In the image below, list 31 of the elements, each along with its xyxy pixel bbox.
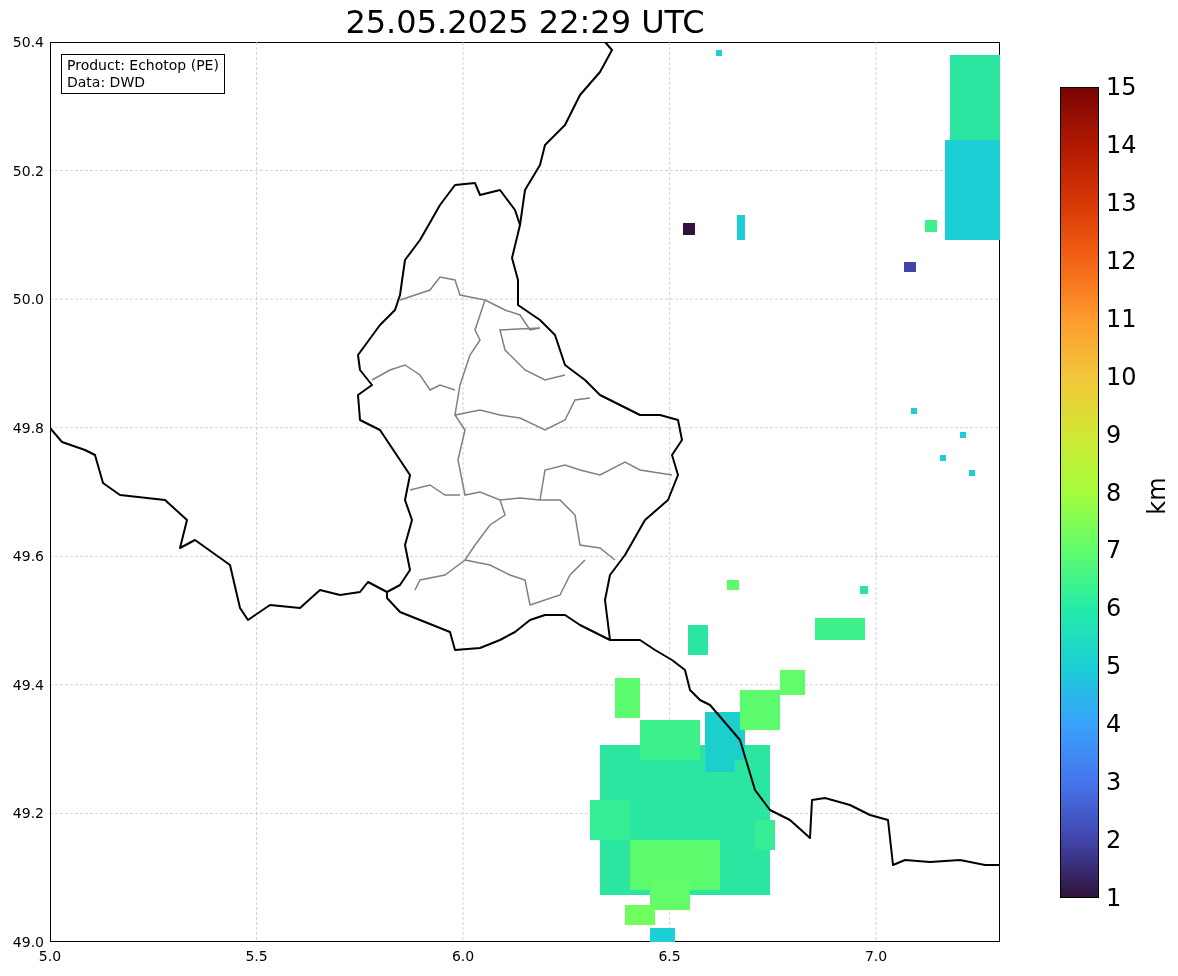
colorbar-tick-label: 1 — [1106, 884, 1122, 912]
colorbar-label: km — [1143, 477, 1171, 515]
axis-tick-label: 49.8 — [12, 419, 44, 436]
colorbar-tick-label: 2 — [1106, 826, 1122, 855]
axis-tick-label: 6.0 — [451, 948, 475, 964]
colorbar-tick-label: 11 — [1106, 304, 1137, 333]
axis-tick-label: 50.2 — [12, 162, 44, 179]
colorbar-tick-label: 5 — [1106, 652, 1122, 681]
axis-tick-label: 49.6 — [12, 548, 44, 565]
colorbar-tick-label: 4 — [1106, 710, 1122, 739]
colorbar-tick-label: 6 — [1106, 594, 1122, 623]
axis-tick-label: 7.0 — [864, 948, 888, 964]
axis-tick-label: 50.4 — [12, 34, 44, 50]
chart-title: 25.05.2025 22:29 UTC — [345, 2, 705, 42]
axis-tick-label: 5.5 — [245, 948, 268, 964]
colorbar-tick-label: 12 — [1106, 246, 1137, 275]
axis-tick-label: 6.5 — [658, 948, 681, 964]
axis-tick-label: 49.4 — [12, 676, 44, 693]
axis-tick-label: 49.2 — [12, 805, 44, 822]
colorbar-tick-label: 10 — [1106, 362, 1137, 391]
colorbar-tick-label: 9 — [1106, 420, 1122, 449]
axis-tick-label: 50.0 — [12, 291, 44, 308]
axis-tick-label: 5.0 — [38, 948, 62, 964]
colorbar-tick-label: 13 — [1106, 188, 1137, 217]
colorbar-tick-label: 15 — [1106, 73, 1137, 101]
colorbar-tick-label: 7 — [1106, 536, 1122, 565]
colorbar-tick-label: 8 — [1106, 478, 1122, 507]
axis-tick-label: 49.0 — [12, 934, 44, 950]
colorbar-tick-label: 14 — [1106, 130, 1137, 159]
colorbar-tick-label: 3 — [1106, 768, 1122, 797]
info-box: Product: Echotop (PE) Data: DWD — [61, 54, 225, 94]
